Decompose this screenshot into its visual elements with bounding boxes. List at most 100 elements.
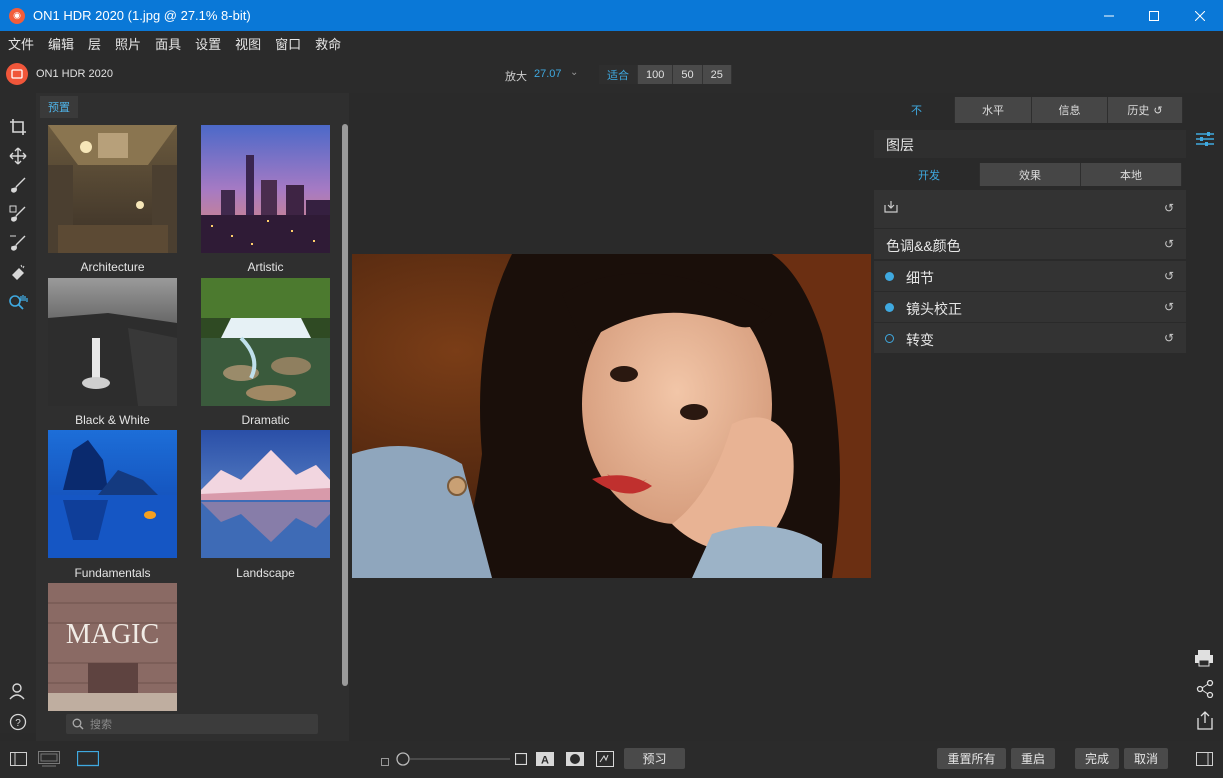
preset-thumbnail-artistic[interactable]: [201, 125, 330, 253]
refine-brush-icon[interactable]: [8, 233, 28, 253]
section-details[interactable]: 细节 ↺: [874, 261, 1186, 291]
tab-develop[interactable]: 开发: [879, 163, 980, 186]
bottom-bar: A 预习 重置所有 重启 完成 取消: [0, 741, 1223, 778]
tab-history[interactable]: 历史 ↺: [1108, 97, 1183, 123]
section-enabled-indicator[interactable]: [885, 272, 894, 281]
section-disabled-indicator[interactable]: [885, 334, 894, 343]
close-icon[interactable]: [1177, 0, 1223, 31]
adjust-sliders-icon[interactable]: [1196, 131, 1214, 150]
toggle-left-panel-icon[interactable]: [10, 752, 27, 769]
maximize-icon[interactable]: [1131, 0, 1177, 31]
section-lens-correction[interactable]: 镜头校正 ↺: [874, 292, 1186, 322]
reset-all-button[interactable]: 重置所有: [937, 748, 1006, 769]
preset-thumbnail-fundamentals[interactable]: [48, 430, 177, 558]
preset-thumbnail-landscape[interactable]: [201, 430, 330, 558]
mask-view-icon[interactable]: [566, 752, 584, 769]
zoom-label: 放大: [505, 71, 527, 83]
reset-icon[interactable]: ↺: [1164, 300, 1174, 314]
search-placeholder: 搜索: [90, 719, 112, 731]
tab-presets[interactable]: 预置: [40, 96, 78, 118]
zoom-in-icon[interactable]: [514, 752, 528, 768]
menu-bar: 文件 编辑 层 照片 面具 设置 视图 窗口 救命: [0, 31, 1223, 55]
zoom-fit-button[interactable]: 适合: [599, 65, 638, 84]
preset-label: Black & White: [75, 413, 150, 427]
section-transform[interactable]: 转变 ↺: [874, 323, 1186, 353]
share-icon[interactable]: [1196, 679, 1214, 701]
zoom-25-button[interactable]: 25: [702, 65, 732, 84]
main-photo: [352, 254, 871, 578]
text-overlay-icon[interactable]: A: [536, 752, 554, 769]
reset-icon[interactable]: ↺: [1164, 237, 1174, 251]
menu-view[interactable]: 视图: [235, 34, 261, 53]
menu-window[interactable]: 窗口: [275, 34, 301, 53]
brand-name: ON1 HDR 2020: [36, 68, 114, 80]
reset-icon[interactable]: ↺: [1164, 331, 1174, 345]
preset-search-input[interactable]: 搜索: [66, 714, 318, 734]
reset-icon[interactable]: ↺: [1164, 201, 1174, 215]
preset-thumbnail-magic[interactable]: MAGIC: [48, 583, 177, 711]
crop-icon[interactable]: [8, 117, 28, 137]
right-panel: 不 水平 信息 历史 ↺ 图层 开发 效果 本地 ↺ 色调&&颜色 ↺ 细节 ↺…: [874, 93, 1188, 741]
zoom-50-button[interactable]: 50: [673, 65, 703, 84]
tab-level[interactable]: 水平: [955, 97, 1032, 123]
menu-help[interactable]: 救命: [315, 34, 341, 53]
preset-thumbnail-black-white[interactable]: [48, 278, 177, 406]
done-button[interactable]: 完成: [1075, 748, 1119, 769]
menu-photo[interactable]: 照片: [115, 34, 141, 53]
title-bar: ◉ ON1 HDR 2020 (1.jpg @ 27.1% 8-bit): [0, 0, 1223, 31]
move-icon[interactable]: [8, 146, 28, 166]
zoom-100-button[interactable]: 100: [638, 65, 674, 84]
print-icon[interactable]: [1194, 649, 1214, 670]
menu-edit[interactable]: 编辑: [48, 34, 74, 53]
tab-info[interactable]: 信息: [1032, 97, 1108, 123]
right-icon-strip: [1188, 93, 1223, 733]
zoom-slider[interactable]: [396, 752, 510, 769]
filmstrip-icon[interactable]: [38, 751, 60, 770]
svg-text:?: ?: [15, 718, 21, 729]
masking-brush-icon[interactable]: [8, 204, 28, 224]
brush-icon[interactable]: [8, 175, 28, 195]
menu-file[interactable]: 文件: [8, 34, 34, 53]
import-preset-icon[interactable]: [884, 200, 898, 213]
single-view-icon[interactable]: [76, 750, 100, 770]
menu-layer[interactable]: 层: [88, 34, 101, 53]
tab-local[interactable]: 本地: [1081, 163, 1182, 186]
user-icon[interactable]: [8, 681, 28, 701]
restart-button[interactable]: 重启: [1011, 748, 1055, 769]
export-icon[interactable]: [1196, 711, 1214, 733]
layers-title: 图层: [886, 137, 914, 153]
zoom-value[interactable]: 27.07: [534, 68, 562, 80]
menu-settings[interactable]: 设置: [195, 34, 221, 53]
tab-none[interactable]: 不: [879, 97, 955, 123]
zoom-out-icon[interactable]: [381, 755, 389, 769]
help-icon[interactable]: ?: [8, 712, 28, 732]
preset-thumbnail-architecture[interactable]: [48, 125, 177, 253]
compare-view-icon[interactable]: [596, 751, 614, 770]
section-label: 细节: [906, 270, 934, 286]
section-tone-color[interactable]: 色调&&颜色 ↺: [874, 229, 1186, 259]
preset-label: Dramatic: [241, 413, 290, 427]
section-enabled-indicator[interactable]: [885, 303, 894, 312]
reset-icon[interactable]: ↺: [1164, 269, 1174, 283]
cancel-button[interactable]: 取消: [1124, 748, 1168, 769]
toggle-right-panel-icon[interactable]: [1196, 752, 1213, 769]
preset-label: Artistic: [247, 260, 284, 274]
minimize-icon[interactable]: [1086, 0, 1132, 31]
brand-logo-icon: [6, 63, 28, 85]
eraser-icon[interactable]: [8, 262, 28, 282]
zoom-hand-icon[interactable]: [8, 293, 28, 313]
preset-thumbnail-dramatic[interactable]: [201, 278, 330, 406]
left-toolbar: ?: [0, 93, 36, 733]
image-canvas[interactable]: [349, 93, 874, 741]
preset-label: Architecture: [80, 260, 145, 274]
tab-effects[interactable]: 效果: [980, 163, 1081, 186]
presets-scrollbar[interactable]: [342, 124, 348, 686]
preview-button[interactable]: 预习: [624, 748, 685, 769]
chevron-down-icon[interactable]: ⌄: [570, 67, 578, 78]
preset-load-row: ↺: [874, 190, 1186, 228]
window-title: ON1 HDR 2020 (1.jpg @ 27.1% 8-bit): [33, 8, 251, 23]
zoom-presets: 适合 100 50 25: [599, 65, 732, 84]
menu-mask[interactable]: 面具: [155, 34, 181, 53]
sub-tab-bar: 开发 效果 本地: [879, 163, 1182, 186]
preset-label: Fundamentals: [74, 566, 151, 580]
